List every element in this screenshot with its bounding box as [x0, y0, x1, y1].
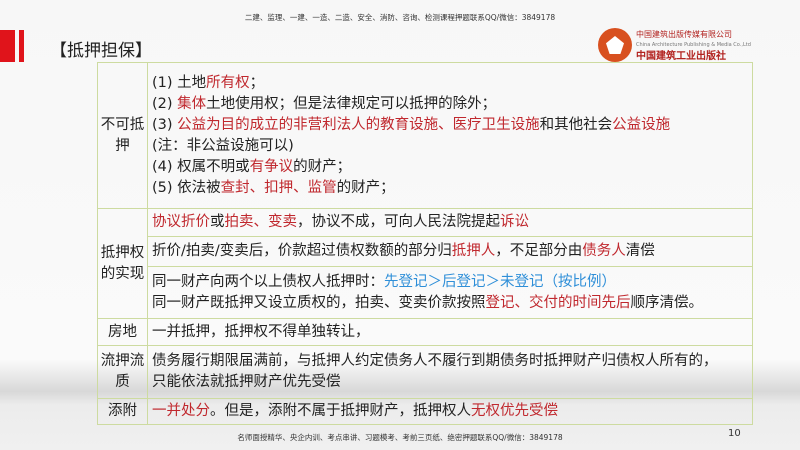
highlighted-text: 所有权	[206, 74, 250, 91]
table-row: 同一财产向两个以上债权人抵押时：先登记＞后登记＞未登记（按比例） 同一财产既抵押又…	[98, 266, 753, 319]
text: 一并抵押，抵押权不得单独转让，	[152, 323, 370, 340]
highlighted-text: 登记、交付的时间先后	[485, 294, 631, 311]
text: ；	[249, 74, 265, 91]
highlighted-text: 集体	[177, 95, 207, 112]
content-line: (1) 土地所有权；	[152, 73, 748, 94]
row-label: 不可抵押	[97, 62, 148, 209]
accent-bar-thin	[19, 30, 24, 62]
row-content: 一并处分。但是，添附不属于抵押财产，抵押权人无权优先受偿	[147, 398, 753, 425]
page-number: 10	[728, 428, 741, 439]
text: 同一财产既抵押又设立质权的，拍卖、变卖价款按照	[152, 294, 486, 311]
mortgage-table: 不可抵押 (1) 土地所有权； (2) 集体土地使用权；但是法律规定可以抵押的除外；…	[97, 62, 753, 425]
slide-title: 【抵押担保】	[50, 41, 152, 61]
content-line: 折价/拍卖/变卖后，价款超过债权数额的部分归抵押人，不足部分由债务人清偿	[152, 241, 748, 262]
content-line: 协议折价或拍卖、变卖，协议不成，可向人民法院提起诉讼	[152, 212, 748, 233]
text: 同一财产向两个以上债权人抵押时：	[152, 273, 384, 290]
content-line: 同一财产既抵押又设立质权的，拍卖、变卖价款按照登记、交付的时间先后顺序清偿。	[152, 293, 748, 314]
text: 或	[210, 214, 225, 230]
highlighted-text: 有争议	[249, 158, 294, 175]
content-line: 只能依法就抵押财产优先受偿	[152, 372, 748, 393]
logo-en: China Architecture Publishing & Media Co…	[636, 41, 751, 48]
content-line: 同一财产向两个以上债权人抵押时：先登记＞后登记＞未登记（按比例）	[152, 272, 748, 293]
highlighted-text: 诉讼	[500, 214, 529, 230]
text: (注：非公益设施可以)	[152, 137, 294, 154]
content-line: (3) 公益为目的成立的非营利法人的教育设施、医疗卫生设施和其他社会公益设施	[152, 115, 748, 136]
text: 的财产；	[293, 158, 352, 175]
header-banner: 二建、监理、一建、一造、二造、安全、消防、咨询、检测课程押题联系QQ/微信：38…	[244, 13, 556, 22]
content-line: (2) 集体土地使用权；但是法律规定可以抵押的除外；	[152, 94, 748, 115]
text: ，协议不成，可向人民法院提起	[297, 214, 500, 230]
content-line: (注：非公益设施可以)	[152, 136, 748, 157]
text: 和其他社会	[539, 116, 613, 133]
content-line: (4) 权属不明或有争议的财产；	[152, 157, 748, 178]
text: 。但是，添附不属于抵押财产，抵押权人	[210, 403, 471, 419]
highlighted-text: 拍卖、变卖	[224, 214, 298, 230]
logo-calligraphy: 中国建筑工业出版社	[636, 50, 726, 62]
text: (1) 土地	[152, 74, 207, 91]
table-row: 抵押权的实现 协议折价或拍卖、变卖，协议不成，可向人民法院提起诉讼	[97, 208, 753, 319]
text: 清偿	[625, 243, 655, 259]
text: 只能依法就抵押财产优先受偿	[152, 374, 341, 390]
highlighted-text: 公益设施	[612, 116, 671, 133]
text: 土地使用权；但是法律规定可以抵押的除外；	[206, 95, 497, 112]
table-row: 添附 一并处分。但是，添附不属于抵押财产，抵押权人无权优先受偿	[97, 398, 753, 425]
row-label: 抵押权的实现	[97, 208, 148, 319]
highlighted-text: 债务人	[582, 243, 626, 259]
row-content: 债务履行期限届满前，与抵押人约定债务人不履行到期债务时抵押财产归债权人所有的， 只…	[147, 345, 753, 399]
highlighted-text: 抵押人	[451, 243, 496, 259]
table-row: 流押流质 债务履行期限届满前，与抵押人约定债务人不履行到期债务时抵押财产归债权人所…	[97, 345, 753, 399]
content-line: 一并抵押，抵押权不得单独转让，	[152, 322, 748, 343]
text: (5) 依法被	[152, 179, 221, 196]
content-line: 债务履行期限届满前，与抵押人约定债务人不履行到期债务时抵押财产归债权人所有的，	[152, 351, 748, 372]
row-content: 协议折价或拍卖、变卖，协议不成，可向人民法院提起诉讼	[147, 208, 753, 237]
text: (3)	[152, 116, 178, 133]
row-label: 添附	[97, 398, 148, 425]
content-line: (5) 依法被查封、扣押、监管的财产；	[152, 178, 748, 199]
text: (4) 权属不明或	[152, 158, 250, 175]
content-line: 一并处分。但是，添附不属于抵押财产，抵押权人无权优先受偿	[152, 401, 748, 422]
table-row: 折价/拍卖/变卖后，价款超过债权数额的部分归抵押人，不足部分由债务人清偿	[98, 236, 753, 267]
highlighted-text: 查封、扣押、监管	[220, 179, 337, 196]
text: 的财产；	[336, 179, 395, 196]
row-label: 流押流质	[97, 345, 148, 399]
text: 顺序清偿。	[630, 294, 704, 311]
logo-cn: 中国建筑出版传媒有限公司	[636, 29, 732, 39]
text: (2)	[152, 95, 178, 112]
text: 债务履行期限届满前，与抵押人约定债务人不履行到期债务时抵押财产归债权人所有的，	[152, 353, 718, 369]
publisher-logo: 中国建筑出版传媒有限公司 China Architecture Publishi…	[598, 28, 751, 62]
text: 折价/拍卖/变卖后，价款超过债权数额的部分归	[152, 243, 452, 259]
row-content: (1) 土地所有权； (2) 集体土地使用权；但是法律规定可以抵押的除外； (3) …	[147, 62, 753, 209]
accent-bar	[0, 30, 15, 62]
row-content: 同一财产向两个以上债权人抵押时：先登记＞后登记＞未登记（按比例） 同一财产既抵押又…	[147, 266, 753, 319]
table-row: 房地 一并抵押，抵押权不得单独转让，	[97, 318, 753, 346]
highlighted-text: 公益为目的成立的非营利法人的教育设施、医疗卫生设施	[177, 116, 540, 133]
text: ，不足部分由	[495, 243, 583, 259]
footer-banner: 名师面授精华、央企内训、考点串讲、习题模考、考前三页纸、绝密押题联系QQ/微信：…	[237, 433, 563, 442]
row-label: 房地	[97, 318, 148, 346]
highlighted-text: 协议折价	[152, 214, 210, 230]
highlighted-text: 先登记＞后登记＞未登记（按比例）	[384, 273, 616, 290]
highlighted-text: 无权优先受偿	[471, 403, 558, 419]
row-content: 一并抵押，抵押权不得单独转让，	[147, 318, 753, 346]
table-row: 不可抵押 (1) 土地所有权； (2) 集体土地使用权；但是法律规定可以抵押的除外；…	[97, 62, 753, 209]
row-content: 折价/拍卖/变卖后，价款超过债权数额的部分归抵押人，不足部分由债务人清偿	[147, 236, 753, 267]
highlighted-text: 一并处分	[152, 403, 210, 419]
logo-icon	[598, 28, 632, 62]
